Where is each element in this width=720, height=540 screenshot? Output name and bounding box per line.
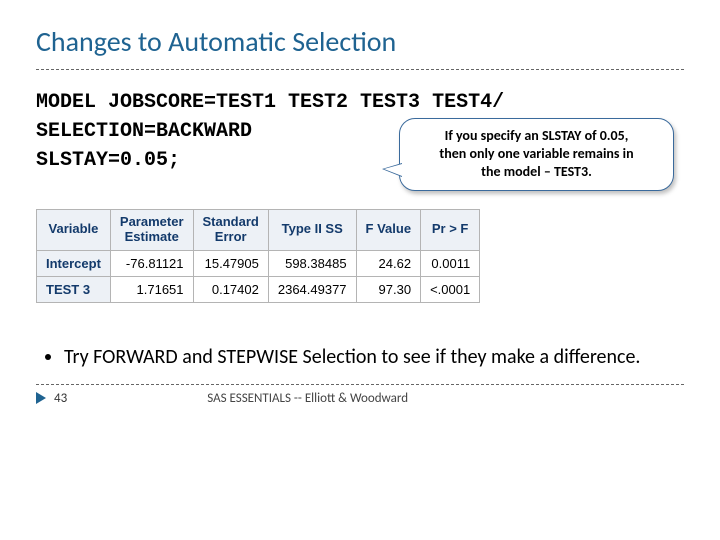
page-marker-icon bbox=[36, 392, 46, 404]
cell-prf: <.0001 bbox=[421, 276, 480, 302]
cell-fvalue: 97.30 bbox=[356, 276, 421, 302]
stats-table-wrap: Variable ParameterEstimate StandardError… bbox=[36, 209, 684, 303]
footer-divider bbox=[36, 384, 684, 385]
callout-tail-icon bbox=[382, 163, 402, 177]
table-row: TEST 3 1.71651 0.17402 2364.49377 97.30 … bbox=[37, 276, 480, 302]
col-stderr: StandardError bbox=[193, 210, 268, 251]
col-fvalue: F Value bbox=[356, 210, 421, 251]
cell-stderr: 0.17402 bbox=[193, 276, 268, 302]
table-header-row: Variable ParameterEstimate StandardError… bbox=[37, 210, 480, 251]
cell-typeii: 2364.49377 bbox=[268, 276, 356, 302]
slide: Changes to Automatic Selection MODEL JOB… bbox=[0, 0, 720, 540]
cell-prf: 0.0011 bbox=[421, 250, 480, 276]
cell-estimate: 1.71651 bbox=[110, 276, 193, 302]
bullet-area: Try FORWARD and STEPWISE Selection to se… bbox=[36, 345, 684, 370]
cell-variable: TEST 3 bbox=[37, 276, 111, 302]
callout-line-1: If you specify an SLSTAY of 0.05, bbox=[412, 127, 661, 145]
table-row: Intercept -76.81121 15.47905 598.38485 2… bbox=[37, 250, 480, 276]
callout-line-3: the model – TEST3. bbox=[412, 163, 661, 181]
footer: 43 SAS ESSENTIALS -- Elliott & Woodward bbox=[36, 391, 684, 406]
col-variable: Variable bbox=[37, 210, 111, 251]
cell-typeii: 598.38485 bbox=[268, 250, 356, 276]
bullet-item: Try FORWARD and STEPWISE Selection to se… bbox=[64, 345, 684, 370]
title-divider bbox=[36, 69, 684, 70]
stats-table: Variable ParameterEstimate StandardError… bbox=[36, 209, 480, 303]
col-estimate: ParameterEstimate bbox=[110, 210, 193, 251]
cell-variable: Intercept bbox=[37, 250, 111, 276]
col-typeii: Type II SS bbox=[268, 210, 356, 251]
code-block: MODEL JOBSCORE=TEST1 TEST2 TEST3 TEST4/ … bbox=[36, 88, 684, 175]
callout-bubble: If you specify an SLSTAY of 0.05, then o… bbox=[399, 118, 674, 191]
code-line-1: MODEL JOBSCORE=TEST1 TEST2 TEST3 TEST4/ bbox=[36, 88, 684, 117]
col-prf: Pr > F bbox=[421, 210, 480, 251]
cell-stderr: 15.47905 bbox=[193, 250, 268, 276]
page-number: 43 bbox=[54, 391, 67, 406]
footer-source: SAS ESSENTIALS -- Elliott & Woodward bbox=[207, 391, 408, 406]
cell-estimate: -76.81121 bbox=[110, 250, 193, 276]
cell-fvalue: 24.62 bbox=[356, 250, 421, 276]
callout-line-2: then only one variable remains in bbox=[412, 145, 661, 163]
page-title: Changes to Automatic Selection bbox=[36, 24, 684, 59]
